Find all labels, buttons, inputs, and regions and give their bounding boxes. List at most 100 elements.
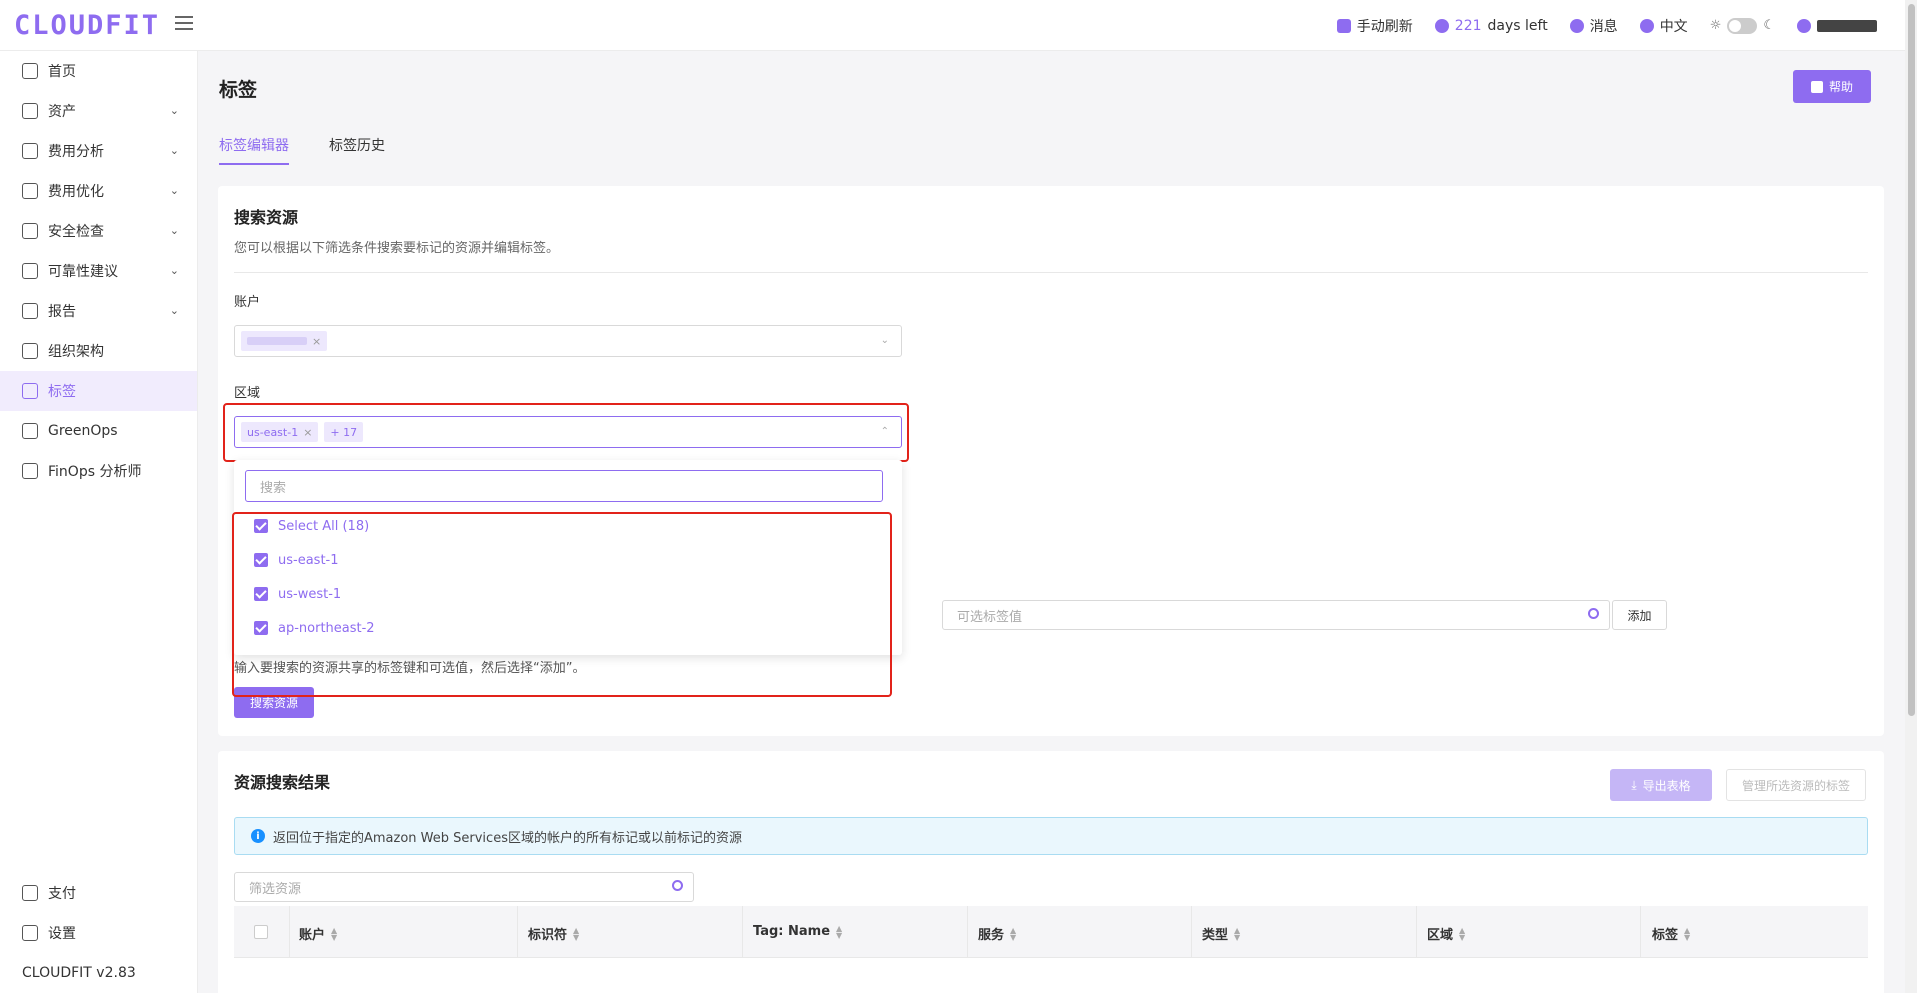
- tag-value-input[interactable]: 可选标签值: [942, 600, 1610, 630]
- help-button[interactable]: 帮助: [1793, 70, 1871, 103]
- theme-switch[interactable]: [1727, 17, 1758, 34]
- tab-tag-editor[interactable]: 标签编辑器: [219, 135, 289, 165]
- sort-icon: ▲ ▼: [331, 925, 338, 942]
- app-logo[interactable]: CLOUDFIT: [14, 10, 160, 41]
- help-icon: [1810, 80, 1823, 93]
- sidebar-item-reliability[interactable]: 可靠性建议 ⌄: [0, 251, 197, 291]
- refresh-icon: [1336, 18, 1351, 33]
- column-separator: [1640, 906, 1641, 958]
- sort-icon: ▲ ▼: [1459, 925, 1466, 942]
- search-card-description: 您可以根据以下筛选条件搜索要标记的资源并编辑标签。: [234, 241, 560, 256]
- info-alert: i 返回位于指定的Amazon Web Services区域的帐户的所有标记或以…: [234, 817, 1868, 855]
- results-card-title: 资源搜索结果: [234, 773, 331, 792]
- filter-resources-input[interactable]: 筛选资源: [234, 872, 694, 902]
- account-label: 账户: [234, 295, 261, 310]
- column-account[interactable]: 账户 ▲ ▼: [299, 924, 337, 943]
- menu-toggle-icon[interactable]: [175, 16, 193, 34]
- user-menu[interactable]: [1797, 18, 1877, 33]
- sort-icon: ▲ ▼: [573, 925, 580, 942]
- info-icon: i: [251, 829, 265, 843]
- sidebar-item-assets[interactable]: 资产 ⌄: [0, 91, 197, 131]
- leaf-icon: [22, 423, 38, 439]
- column-service[interactable]: 服务 ▲ ▼: [978, 924, 1016, 943]
- chevron-down-icon: ⌄: [169, 224, 179, 237]
- sidebar-item-settings[interactable]: 设置: [0, 913, 198, 953]
- license-days[interactable]: 221 days left: [1434, 17, 1548, 34]
- dollar-icon: [22, 183, 38, 199]
- main-content: 标签 帮助 标签编辑器 标签历史 搜索资源 您可以根据以下筛选条件搜索要标记的资…: [198, 51, 1905, 993]
- column-tag-name[interactable]: Tag: Name ▲ ▼: [753, 924, 842, 939]
- account-chip[interactable]: ×: [241, 331, 328, 351]
- refresh-button[interactable]: 手动刷新: [1336, 16, 1413, 36]
- close-icon[interactable]: ×: [303, 426, 312, 439]
- language-switch[interactable]: 中文: [1639, 16, 1688, 36]
- dashboard-icon: [22, 143, 38, 159]
- export-table-button[interactable]: ⤓ 导出表格: [1610, 769, 1712, 801]
- top-actions: 手动刷新 221 days left 消息 中文 ☼ ☾: [1336, 0, 1877, 51]
- assets-icon: [22, 103, 38, 119]
- sidebar-item-cost-analysis[interactable]: 费用分析 ⌄: [0, 131, 197, 171]
- messages-label: 消息: [1589, 18, 1618, 35]
- tab-bar: 标签编辑器 标签历史: [219, 135, 385, 165]
- messages-button[interactable]: 消息: [1569, 16, 1618, 36]
- user-icon: [1797, 18, 1811, 33]
- alarm-icon: [22, 223, 38, 239]
- analyst-icon: [22, 463, 38, 479]
- column-separator: [289, 906, 290, 958]
- scrollbar-thumb[interactable]: [1908, 4, 1915, 716]
- column-separator: [967, 906, 968, 958]
- sort-icon: ▲ ▼: [1234, 925, 1241, 942]
- region-chip[interactable]: us-east-1 ×: [241, 422, 319, 442]
- sort-icon: ▲ ▼: [836, 923, 843, 940]
- sidebar-item-reports[interactable]: 报告 ⌄: [0, 291, 197, 331]
- column-separator: [517, 906, 518, 958]
- sidebar: 首页 资产 ⌄ 费用分析 ⌄ 费用优化 ⌄ 安全检查 ⌄ 可靠性建议 ⌄ 报告 ⌄ 组织架构…: [0, 51, 198, 993]
- app-version: CLOUDFIT v2.83: [22, 965, 136, 981]
- days-suffix: days left: [1487, 17, 1548, 34]
- sidebar-item-cost-optimization[interactable]: 费用优化 ⌄: [0, 171, 197, 211]
- reliability-icon: [22, 263, 38, 279]
- column-tags[interactable]: 标签 ▲ ▼: [1652, 924, 1690, 943]
- payment-icon: [22, 885, 38, 901]
- close-icon[interactable]: ×: [312, 335, 321, 348]
- sidebar-item-security[interactable]: 安全检查 ⌄: [0, 211, 197, 251]
- theme-toggle[interactable]: ☼ ☾: [1710, 17, 1775, 34]
- search-icon: [672, 880, 683, 891]
- sidebar-item-org[interactable]: 组织架构: [0, 331, 197, 371]
- days-count: 221: [1454, 17, 1482, 34]
- column-type[interactable]: 类型 ▲ ▼: [1202, 924, 1240, 943]
- results-card: 资源搜索结果 ⤓ 导出表格 管理所选资源的标签 i 返回位于指定的Amazon …: [218, 751, 1884, 993]
- account-redacted: [247, 337, 307, 345]
- download-icon: ⤓: [1631, 777, 1637, 792]
- add-button[interactable]: 添加: [1612, 600, 1667, 630]
- column-region[interactable]: 区域 ▲ ▼: [1427, 924, 1465, 943]
- column-separator: [742, 906, 743, 958]
- gear-icon: [22, 925, 38, 941]
- select-all-checkbox[interactable]: [254, 925, 268, 939]
- sidebar-item-greenops[interactable]: GreenOps: [0, 411, 197, 451]
- column-identifier[interactable]: 标识符 ▲ ▼: [528, 924, 579, 943]
- sidebar-item-tags[interactable]: 标签: [0, 371, 197, 411]
- sort-icon: ▲ ▼: [1010, 925, 1017, 942]
- tab-tag-history[interactable]: 标签历史: [329, 135, 385, 165]
- divider: [234, 272, 1868, 273]
- region-select[interactable]: us-east-1 × + 17 ⌃: [234, 416, 902, 448]
- sidebar-item-finops-analyst[interactable]: FinOps 分析师: [0, 451, 197, 491]
- clock-icon: [1434, 18, 1449, 33]
- language-label: 中文: [1659, 18, 1688, 35]
- search-card: 搜索资源 您可以根据以下筛选条件搜索要标记的资源并编辑标签。 账户 × ⌄ 区域…: [218, 186, 1884, 736]
- top-bar: CLOUDFIT 手动刷新 221 days left 消息 中文 ☼ ☾: [0, 0, 1905, 51]
- account-select[interactable]: × ⌄: [234, 325, 902, 357]
- sidebar-item-home[interactable]: 首页: [0, 51, 197, 91]
- chevron-down-icon: ⌄: [169, 264, 179, 277]
- manage-tags-button[interactable]: 管理所选资源的标签: [1726, 769, 1866, 801]
- sidebar-item-payment[interactable]: 支付: [0, 873, 198, 913]
- chevron-down-icon: ⌄: [169, 144, 179, 157]
- region-search-input[interactable]: 搜索: [245, 470, 883, 502]
- region-more-chip: + 17: [324, 422, 364, 442]
- column-separator: [1191, 906, 1192, 958]
- region-label: 区域: [234, 386, 261, 401]
- refresh-label: 手动刷新: [1356, 18, 1413, 35]
- page-scrollbar[interactable]: [1905, 0, 1917, 993]
- chevron-down-icon: ⌄: [880, 335, 889, 346]
